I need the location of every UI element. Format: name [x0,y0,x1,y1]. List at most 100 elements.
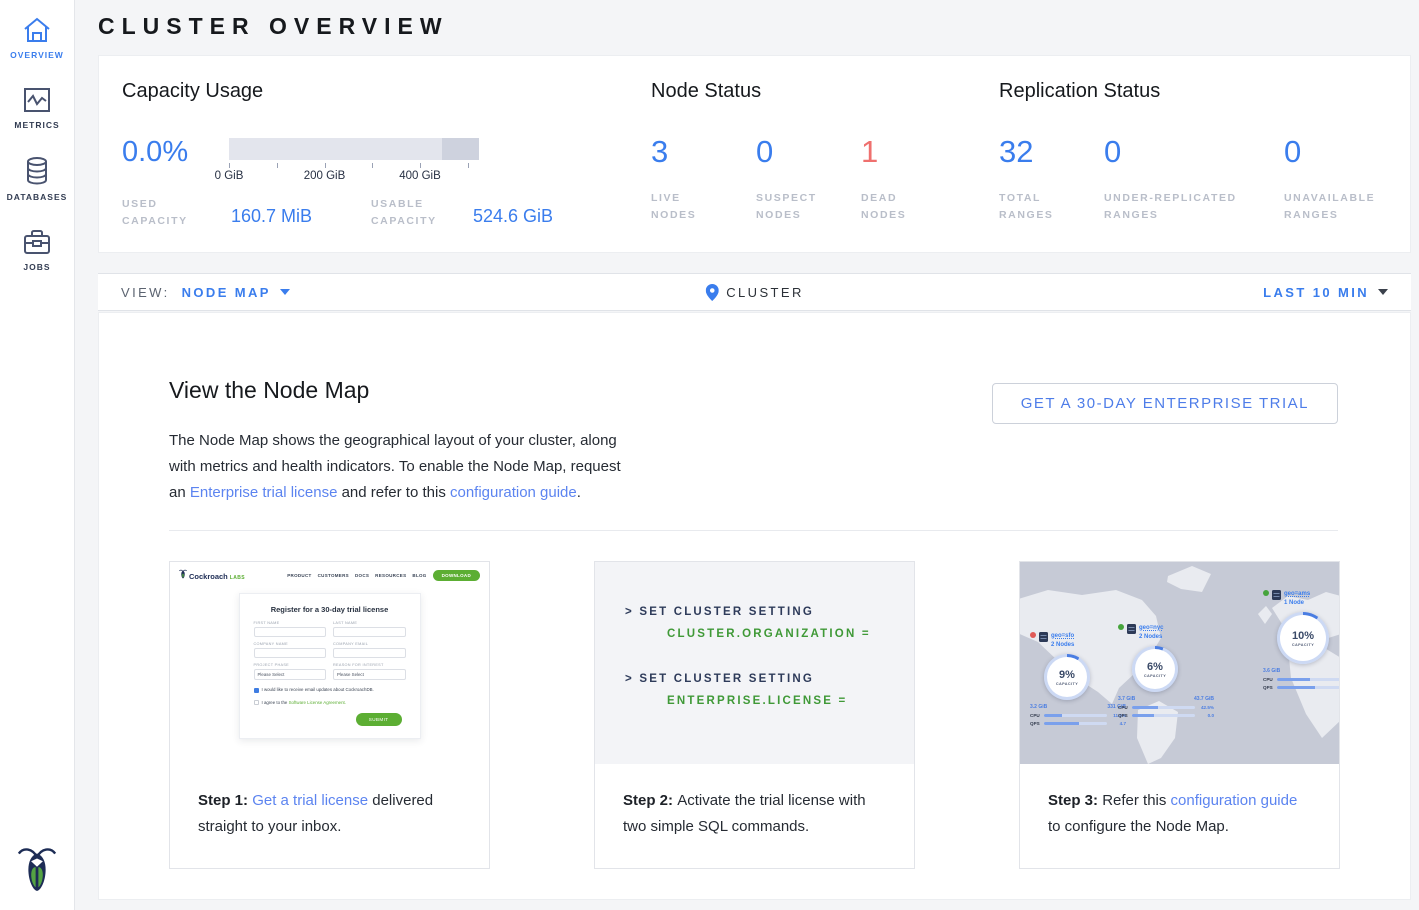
capacity-bar-reserved-segment [442,138,480,160]
view-selector-dropdown[interactable]: VIEW: NODE MAP [121,285,290,300]
capacity-usage-title: Capacity Usage [122,80,263,103]
locality-badge-nyc: geo=nyc 2 Nodes 6% CAPACITY 3.7 GiB [1118,624,1214,718]
mini-nav-item: CUSTOMERS [318,573,349,578]
sidebar-item-jobs[interactable]: JOBS [0,228,74,272]
step3-text: to configure the Node Map. [1048,818,1229,835]
capacity-donut: 10% CAPACITY [1277,612,1329,664]
mini-input [254,648,327,658]
cluster-breadcrumb: CLUSTER [705,284,803,301]
usable-capacity-value: 524.6 GiB [473,206,553,227]
capacity-donut: 9% CAPACITY [1044,654,1090,700]
sql-keyword: SET CLUSTER SETTING [639,673,814,685]
capacity-used-percent: 0.0% [122,136,188,169]
sidebar-item-label: METRICS [14,120,59,130]
jobs-icon [22,228,52,256]
mini-logo-suffix: LABS [230,575,245,581]
axis-tick-label: 400 GiB [399,170,441,182]
used-capacity-value: 160.7 MiB [231,206,312,227]
unavailable-ranges-label: UNAVAILABLE RANGES [1284,190,1389,225]
mini-field-label: PROJECT PHASE [254,663,327,667]
node-icon [1127,624,1136,634]
get-trial-license-link[interactable]: Get a trial license [252,792,368,809]
step3-text: Refer this [1102,792,1170,809]
mini-nav-item: RESOURCES [375,573,406,578]
mini-submit-button: SUBMIT [356,713,402,726]
node-status-title: Node Status [651,80,761,103]
sql-argument: ENTERPRISE.LICENSE = [667,695,914,707]
step2-label: Step 2: [623,792,677,809]
mini-checkbox-label: I agree to the [262,700,289,705]
under-replicated-ranges-count: 0 [1104,134,1284,170]
suspect-nodes-count: 0 [756,134,861,170]
sidebar-item-label: JOBS [23,262,50,272]
qps-label: QPS [1030,721,1041,726]
step2-card: > SET CLUSTER SETTING CLUSTER.ORGANIZATI… [594,561,915,869]
time-range-dropdown[interactable]: LAST 10 MIN [1263,285,1388,300]
section-divider [169,530,1338,531]
mini-field-label: FIRST NAME [254,621,327,625]
mini-site-nav: PRODUCT CUSTOMERS DOCS RESOURCES BLOG DO… [287,570,480,581]
usable-capacity-label: USABLE CAPACITY [371,196,461,231]
status-dot-healthy-icon [1263,590,1269,596]
location-pin-icon [705,284,718,301]
capacity-bar-chart: 0 GiB 200 GiB 400 GiB [229,138,479,184]
sidebar-item-overview[interactable]: OVERVIEW [0,16,74,60]
sidebar-item-label: OVERVIEW [10,50,64,60]
configuration-guide-link[interactable]: configuration guide [1171,792,1298,809]
axis-tick-label: 0 GiB [215,170,244,182]
mini-nav-item: DOCS [355,573,369,578]
sidebar: OVERVIEW METRICS DATABASES JOBS [0,0,75,910]
step1-label: Step 1: [198,792,252,809]
step2-caption: Step 2: Activate the trial license with … [595,764,914,840]
cpu-label: CPU [1263,677,1274,682]
qps-value: 0.0 [1198,713,1214,718]
total-ranges-count: 32 [999,134,1104,170]
cpu-label: CPU [1118,705,1129,710]
step2-sql-snippet: > SET CLUSTER SETTING CLUSTER.ORGANIZATI… [595,562,914,764]
sql-argument: CLUSTER.ORGANIZATION = [667,628,914,640]
sidebar-item-databases[interactable]: DATABASES [0,156,74,202]
step3-node-map-preview: geo=sfo 2 Nodes 9% CAPACITY 3.2 GiB [1020,562,1339,764]
capacity-axis-labels: 0 GiB 200 GiB 400 GiB [229,170,479,184]
node-status-stats: 3 LIVE NODES 0 SUSPECT NODES 1 DEAD NODE… [651,134,971,225]
node-map-description: The Node Map shows the geographical layo… [169,428,631,506]
view-value: NODE MAP [182,285,271,300]
main-content: CLUSTER OVERVIEW Capacity Usage Node Sta… [75,0,1419,910]
qps-label: QPS [1118,713,1129,718]
enterprise-trial-license-link[interactable]: Enterprise trial license [190,484,338,501]
mini-field-label: COMPANY EMAIL [333,642,406,646]
capacity-percent: 9% [1059,669,1075,681]
capacity-label: CAPACITY [1144,674,1166,678]
time-range-value: LAST 10 MIN [1263,285,1369,300]
replication-status-stats: 32 TOTAL RANGES 0 UNDER-REPLICATED RANGE… [999,134,1414,225]
step3-label: Step 3: [1048,792,1102,809]
sidebar-item-metrics[interactable]: METRICS [0,86,74,130]
capacity-axis-ticks [229,162,479,169]
node-icon [1039,632,1048,642]
mini-checkbox-label: I would like to receive email updates ab… [262,687,374,692]
cockroachdb-logo[interactable] [17,845,57,898]
sql-prompt: > [625,673,634,685]
mini-input [254,627,327,637]
configuration-guide-link[interactable]: configuration guide [450,484,577,501]
unavailable-ranges-count: 0 [1284,134,1414,170]
description-text: . [577,484,581,501]
mini-register-form: Register for a 30-day trial license FIRS… [239,593,421,739]
sql-prompt: > [625,606,634,618]
capacity-used: 3.6 GiB [1263,668,1280,674]
step1-screenshot: Cockroach LABS PRODUCT CUSTOMERS DOCS RE… [170,562,489,764]
mini-cockroach-logo: Cockroach LABS [179,569,245,581]
page-title: CLUSTER OVERVIEW [98,13,449,40]
description-text: and refer to this [337,484,450,501]
locality-node-count: 1 Node [1284,599,1310,608]
mini-field-label: COMPANY NAME [254,642,327,646]
dead-nodes-label: DEAD NODES [861,190,921,225]
enterprise-trial-button[interactable]: GET A 30-DAY ENTERPRISE TRIAL [992,383,1338,424]
locality-badge-sfo: geo=sfo 2 Nodes 9% CAPACITY 3.2 GiB [1030,632,1126,726]
live-nodes-label: LIVE NODES [651,190,721,225]
step3-caption: Step 3: Refer this configuration guide t… [1020,764,1339,840]
node-icon [1272,590,1281,600]
sql-keyword: SET CLUSTER SETTING [639,606,814,618]
qps-value: 4.7 [1110,721,1126,726]
used-capacity-label: USED CAPACITY [122,196,212,231]
